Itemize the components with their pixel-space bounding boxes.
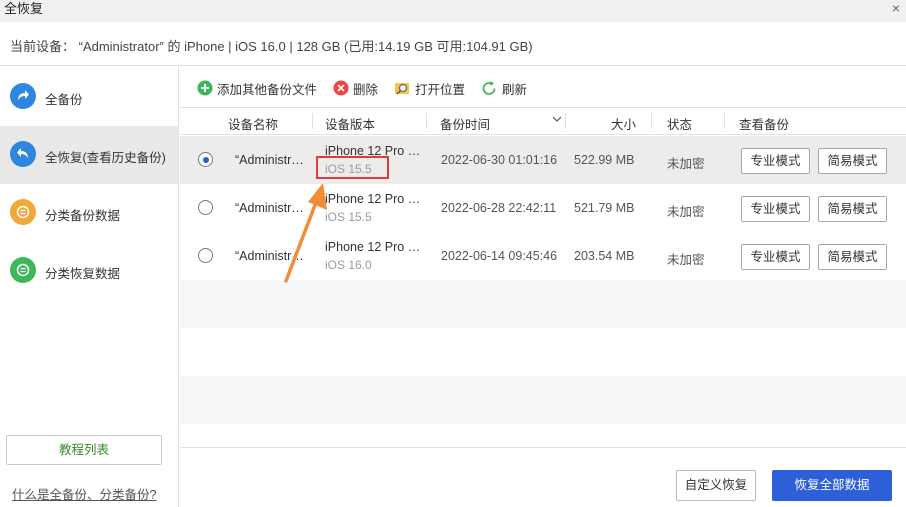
sidebar-item-label: 分类恢复数据 bbox=[45, 267, 121, 281]
column-divider bbox=[426, 113, 427, 129]
open-location-label: 打开位置 bbox=[415, 82, 466, 97]
column-divider bbox=[724, 113, 725, 129]
backup-arrow-icon bbox=[10, 83, 36, 109]
backup-size: 203.54 MB bbox=[574, 249, 635, 263]
category-backup-icon bbox=[10, 199, 36, 225]
sidebar-item-full-backup[interactable]: 全备份 bbox=[0, 68, 178, 126]
empty-row bbox=[180, 328, 906, 376]
sidebar: 全备份 全恢复(查看历史备份) 分类备份数据 分类恢复数据 教程列表 什么是全备… bbox=[0, 66, 179, 507]
ios-version: iOS 15.5 bbox=[325, 210, 372, 224]
column-header-device-name[interactable]: 设备名称 bbox=[228, 114, 278, 133]
table-header: 设备名称 设备版本 备份时间 大小 状态 查看备份 bbox=[180, 108, 906, 135]
title-bar: 全恢复 × bbox=[0, 0, 906, 22]
sidebar-item-full-restore[interactable]: 全恢复(查看历史备份) bbox=[0, 126, 178, 184]
empty-row bbox=[180, 280, 906, 328]
sidebar-item-label: 分类备份数据 bbox=[45, 209, 121, 223]
sidebar-item-label: 全恢复(查看历史备份) bbox=[45, 151, 166, 165]
sidebar-item-category-restore[interactable]: 分类恢复数据 bbox=[0, 242, 178, 300]
column-divider bbox=[312, 113, 313, 129]
pro-mode-button[interactable]: 专业模式 bbox=[741, 244, 810, 270]
refresh-button[interactable]: 刷新 bbox=[481, 78, 527, 98]
add-backup-file-label: 添加其他备份文件 bbox=[217, 82, 318, 97]
column-header-size[interactable]: 大小 bbox=[611, 114, 636, 133]
encryption-status: 未加密 bbox=[667, 157, 705, 171]
sort-chevron-down-icon[interactable] bbox=[552, 113, 562, 127]
encryption-status: 未加密 bbox=[667, 253, 705, 267]
window-title: 全恢复 bbox=[4, 1, 44, 16]
pro-mode-button[interactable]: 专业模式 bbox=[741, 148, 810, 174]
encryption-status: 未加密 bbox=[667, 205, 705, 219]
annotation-highlight-box bbox=[316, 156, 389, 179]
close-icon[interactable]: × bbox=[892, 0, 900, 16]
delete-label: 删除 bbox=[353, 82, 379, 97]
refresh-icon bbox=[481, 80, 498, 97]
sidebar-item-label: 全备份 bbox=[45, 93, 83, 107]
device-info: 当前设备： “Administrator” 的 iPhone | iOS 16.… bbox=[10, 39, 533, 54]
simple-mode-button[interactable]: 简易模式 bbox=[818, 244, 887, 270]
add-backup-file-button[interactable]: 添加其他备份文件 bbox=[196, 78, 317, 98]
annotation-arrow-icon bbox=[284, 183, 327, 283]
device-info-bar: 当前设备： “Administrator” 的 iPhone | iOS 16.… bbox=[0, 22, 906, 66]
row-radio-button[interactable] bbox=[198, 152, 213, 167]
column-header-view-backup: 查看备份 bbox=[739, 118, 790, 132]
toolbar: 添加其他备份文件 删除 打开位置 刷新 bbox=[180, 66, 906, 108]
refresh-label: 刷新 bbox=[502, 82, 528, 97]
column-divider bbox=[565, 113, 566, 129]
delete-icon bbox=[332, 80, 349, 97]
custom-restore-button[interactable]: 自定义恢复 bbox=[676, 470, 756, 501]
backup-time: 2022-06-14 09:45:46 bbox=[441, 249, 558, 263]
column-header-device-version[interactable]: 设备版本 bbox=[325, 114, 375, 133]
empty-row bbox=[180, 376, 906, 424]
plus-icon bbox=[196, 80, 213, 97]
delete-button[interactable]: 删除 bbox=[332, 78, 378, 98]
table-row[interactable]: “Administrator” iPhone 12 Pro Max iOS 15… bbox=[180, 136, 906, 184]
column-divider bbox=[651, 113, 652, 129]
backup-size: 522.99 MB bbox=[574, 153, 635, 167]
footer: 自定义恢复 恢复全部数据 bbox=[180, 447, 906, 507]
ios-version: iOS 16.0 bbox=[325, 258, 372, 272]
device-model: iPhone 12 Pro Max bbox=[325, 192, 425, 206]
backup-time: 2022-06-30 01:01:16 bbox=[441, 153, 558, 167]
open-location-button[interactable]: 打开位置 bbox=[394, 78, 465, 98]
device-model: iPhone 12 Pro Max bbox=[325, 240, 425, 254]
restore-arrow-icon bbox=[10, 141, 36, 167]
backup-time: 2022-06-28 22:42:11 bbox=[441, 201, 557, 215]
restore-all-button[interactable]: 恢复全部数据 bbox=[772, 470, 892, 501]
row-radio-button[interactable] bbox=[198, 200, 213, 215]
column-header-status[interactable]: 状态 bbox=[667, 114, 692, 133]
device-name: “Administrator” bbox=[235, 153, 310, 167]
help-link[interactable]: 什么是全备份、分类备份? bbox=[12, 484, 156, 503]
row-radio-button[interactable] bbox=[198, 248, 213, 263]
tutorial-list-button[interactable]: 教程列表 bbox=[6, 435, 162, 465]
pro-mode-button[interactable]: 专业模式 bbox=[741, 196, 810, 222]
simple-mode-button[interactable]: 简易模式 bbox=[818, 196, 887, 222]
backup-size: 521.79 MB bbox=[574, 201, 635, 215]
simple-mode-button[interactable]: 简易模式 bbox=[818, 148, 887, 174]
folder-search-icon bbox=[394, 80, 411, 97]
category-restore-icon bbox=[10, 257, 36, 283]
sidebar-item-category-backup[interactable]: 分类备份数据 bbox=[0, 184, 178, 242]
column-header-backup-time[interactable]: 备份时间 bbox=[440, 114, 490, 133]
